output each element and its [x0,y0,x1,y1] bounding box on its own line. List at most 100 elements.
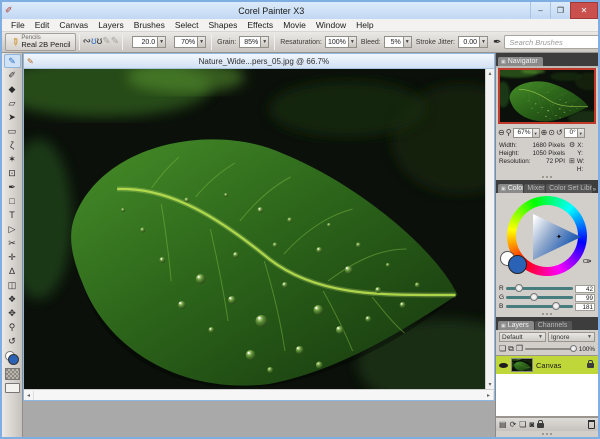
navigator-preview[interactable] [498,68,596,124]
mirror-painting-tool[interactable]: ◫ [4,278,21,292]
convert-point-tool[interactable]: ∆ [4,264,21,278]
red-value[interactable]: 42 [575,285,595,293]
tab-color[interactable]: ▣ Color [498,184,523,193]
menu-brushes[interactable]: Brushes [129,20,170,30]
vertical-scrollbar[interactable]: ▴ ▾ [485,69,494,389]
maximize-button[interactable]: ❐ [550,2,570,19]
composite-depth-select[interactable]: Ignore ▼ [548,332,595,342]
magnifier-tool[interactable]: ⚲ [4,320,21,334]
rectangular-selection-tool[interactable]: ▭ [4,124,21,138]
menu-select[interactable]: Select [170,20,204,30]
blue-value[interactable]: 181 [575,303,595,311]
green-slider-thumb[interactable] [530,293,538,301]
reset-zoom-icon[interactable]: ⊙ [548,129,555,137]
menu-file[interactable]: File [6,20,30,30]
rotate-page-tool[interactable]: ↺ [4,334,21,348]
scroll-up-icon[interactable]: ▴ [485,69,495,78]
menu-edit[interactable]: Edit [30,20,55,30]
pickup-underlying-icon[interactable]: ⧉ [508,345,514,353]
tab-color-set-library[interactable]: Color Set Librari [546,184,592,193]
zoom-out-icon[interactable]: ⊖ [498,129,505,137]
menu-shapes[interactable]: Shapes [204,20,243,30]
menu-canvas[interactable]: Canvas [54,20,93,30]
screen-mode-toggle[interactable] [5,383,20,393]
opacity-spinner[interactable]: 70% ▼ [174,36,206,48]
dropper-tool[interactable]: ✐ [4,68,21,82]
dropdown-arrow-icon[interactable]: ▼ [532,129,539,137]
kaleidoscope-tool[interactable]: ❖ [4,292,21,306]
menu-window[interactable]: Window [311,20,351,30]
zoom-level-spinner[interactable]: 67% ▼ [513,128,540,138]
composite-method-select[interactable]: Default ▼ [499,332,546,342]
dropdown-arrow-icon[interactable]: ▼ [157,37,165,47]
menu-effects[interactable]: Effects [242,20,278,30]
magnifier-icon[interactable]: ⚲ [506,129,512,137]
layer-commands-icon[interactable]: ▤ [499,421,507,429]
clone-color-icon[interactable]: ✎ [111,37,119,47]
dropdown-arrow-icon[interactable]: ▼ [479,37,487,47]
tab-mixer[interactable]: Mixer [524,184,545,193]
document-tab[interactable]: ✎ Nature_Wide...pers_05.jpg @ 66.7% [24,54,494,69]
rotation-spinner[interactable]: 0° ▼ [564,128,585,138]
lock-layer-icon[interactable] [537,423,544,428]
menu-help[interactable]: Help [351,20,378,30]
shape-selection-tool[interactable]: ▷ [4,222,21,236]
text-tool[interactable]: T [4,208,21,222]
paper-selector[interactable] [5,368,20,380]
layer-visibility-icon[interactable] [499,363,508,368]
clone-stroke-icon[interactable]: ✎ [102,37,110,47]
new-layer-icon[interactable]: ❏ [519,421,526,429]
red-slider-track[interactable] [506,287,573,290]
layer-opacity-value[interactable]: 100% [579,346,595,353]
scroll-left-icon[interactable]: ◂ [24,391,34,400]
brush-selector[interactable]: ✏ Pencils Real 2B Pencil [5,33,76,51]
menu-layers[interactable]: Layers [93,20,129,30]
dab-stroke-icon[interactable]: ∾ [83,37,91,47]
blue-slider-thumb[interactable] [552,302,560,310]
dropdown-arrow-icon[interactable]: ▼ [348,37,356,47]
close-button[interactable]: ✕ [570,2,598,19]
magic-wand-tool[interactable]: ✶ [4,152,21,166]
layer-adjuster-tool[interactable]: ➤ [4,110,21,124]
red-slider-thumb[interactable] [515,284,523,292]
grain-spinner[interactable]: 85% ▼ [239,36,269,48]
tab-navigator[interactable]: ▣ Navigator [498,57,543,66]
eyedropper-icon[interactable]: ✑ [583,255,592,268]
main-color-swatch[interactable] [8,354,19,365]
grabber-hand-tool[interactable]: ✥ [4,306,21,320]
pen-tool[interactable]: ✒ [4,180,21,194]
color-swatches[interactable] [4,350,21,366]
scroll-right-icon[interactable]: ▸ [484,391,494,400]
resaturation-spinner[interactable]: 100% ▼ [325,36,357,48]
panel-resize-handle[interactable] [496,431,598,437]
dropdown-arrow-icon[interactable]: ▼ [403,37,411,47]
green-value[interactable]: 99 [575,294,595,302]
advanced-brush-controls-icon[interactable]: ✒ [493,37,501,48]
minimize-button[interactable]: – [530,2,550,19]
horizontal-scrollbar[interactable]: ◂ ▸ [24,389,494,400]
add-point-tool[interactable]: ✛ [4,250,21,264]
opacity-thumb[interactable] [570,345,577,352]
delete-layer-icon[interactable] [588,421,595,429]
crop-tool[interactable]: ⊡ [4,166,21,180]
layer-opacity-slider[interactable] [525,348,577,350]
rotate-icon[interactable]: ↺ [556,129,563,137]
preserve-transparency-icon[interactable]: ❏ [499,345,506,353]
stroke-jitter-spinner[interactable]: 0.00 ▼ [458,36,488,48]
green-slider-track[interactable] [506,296,573,299]
bleed-spinner[interactable]: 5% ▼ [384,36,412,48]
rectangular-shape-tool[interactable]: □ [4,194,21,208]
new-layer-mask-icon[interactable]: ◙ [529,421,534,429]
eraser-tool[interactable]: ▱ [4,96,21,110]
tab-layers[interactable]: ▣ Layers [498,321,534,330]
dropdown-arrow-icon[interactable]: ▼ [260,37,268,47]
brush-tool[interactable]: ✎ [4,54,21,68]
current-color-swatch[interactable] [508,255,527,274]
scroll-down-icon[interactable]: ▾ [485,380,495,389]
zoom-in-icon[interactable]: ⊕ [541,129,548,137]
dynamic-plugins-icon[interactable]: ⟳ [510,421,517,429]
tab-channels[interactable]: Channels [535,321,573,330]
dropdown-arrow-icon[interactable]: ▼ [577,129,584,137]
blue-slider-track[interactable] [506,305,573,308]
brush-size-spinner[interactable]: 20.0 ▼ [132,36,166,48]
